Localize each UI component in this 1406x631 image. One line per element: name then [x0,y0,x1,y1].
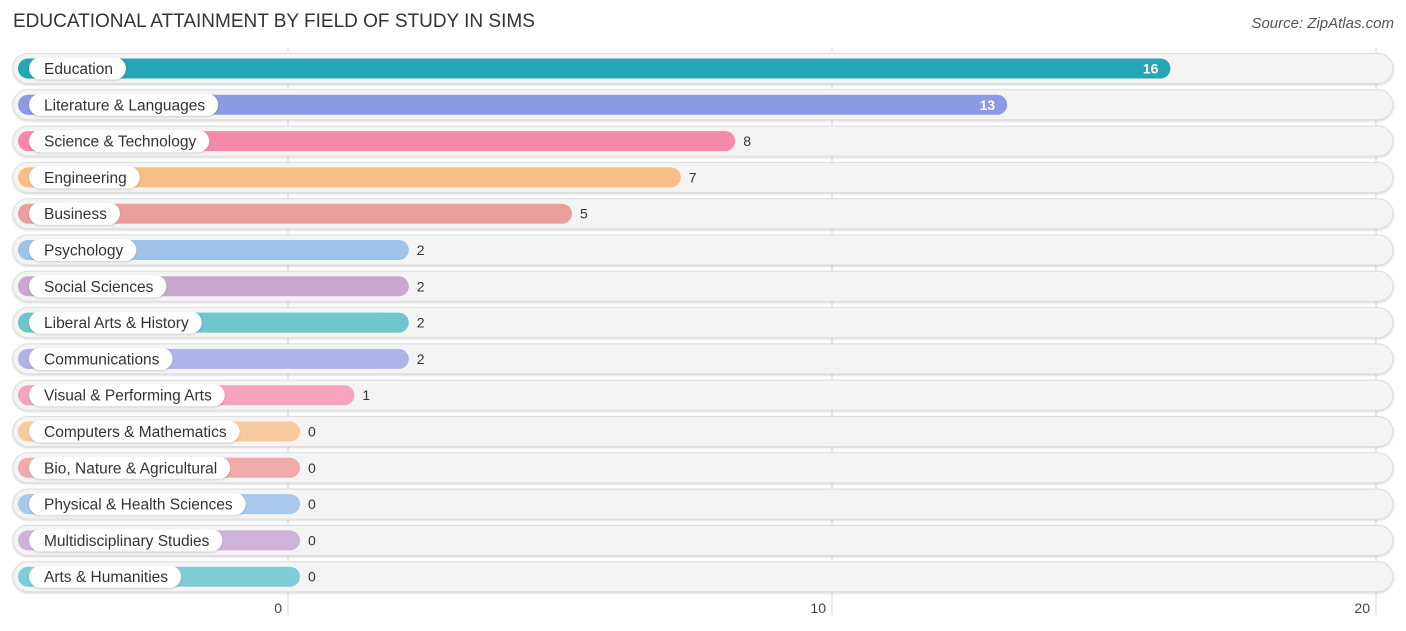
value-label: 2 [417,315,425,331]
bar-row: Communications 2 [12,343,1394,375]
value-label: 0 [308,424,316,440]
value-label: 8 [743,133,751,149]
bar-row: Literature & Languages 13 [12,89,1394,121]
category-label: Physical & Health Sciences [44,497,233,514]
value-label: 13 [980,97,996,113]
category-label: Bio, Nature & Agricultural [44,460,217,477]
x-tick-label: 20 [1354,600,1370,616]
bar-row: Multidisciplinary Studies 0 [12,524,1394,556]
category-label: Computers & Mathematics [44,424,227,441]
category-label: Psychology [44,243,124,260]
bar-row: Engineering 7 [12,161,1394,193]
value-label: 5 [580,206,588,222]
bar-chart: Education 16 Literature & Languages 13 Scien… [12,48,1394,616]
x-tick-label: 10 [810,600,826,616]
category-label: Arts & Humanities [44,569,168,586]
bar-row: Education 16 [12,53,1394,84]
value-label: 0 [308,496,316,512]
bar-rows: Education 16 Literature & Languages 13 Scien… [12,53,1394,593]
bar [18,58,1171,79]
value-label: 1 [362,387,370,403]
bar-row: Business 5 [12,198,1394,230]
value-label: 0 [308,460,316,476]
category-label: Literature & Languages [44,97,205,114]
value-label: 2 [417,242,425,258]
bar-row: Visual & Performing Arts 1 [12,379,1394,411]
bar-row: Liberal Arts & History 2 [12,307,1394,339]
category-label: Visual & Performing Arts [44,388,212,405]
bar-row: Science & Technology 8 [12,125,1394,157]
category-label: Communications [44,351,160,368]
x-tick-label: 0 [274,600,282,616]
value-label: 0 [308,532,316,548]
category-label: Liberal Arts & History [44,315,189,332]
bar-row: Psychology 2 [12,234,1394,266]
bar-row: Arts & Humanities 0 [12,561,1394,593]
value-label: 7 [689,169,697,185]
category-label: Business [44,206,107,223]
bar-row: Social Sciences 2 [12,270,1394,302]
category-label: Social Sciences [44,279,154,296]
bar-row: Computers & Mathematics 0 [12,416,1394,447]
x-axis-ticks: 0 10 20 [274,600,1370,616]
value-label: 16 [1143,61,1159,77]
category-label: Multidisciplinary Studies [44,533,210,550]
category-label: Science & Technology [44,134,196,151]
value-label: 2 [417,351,425,367]
value-label: 0 [308,569,316,585]
bar-row: Physical & Health Sciences 0 [12,488,1394,520]
value-label: 2 [417,278,425,294]
category-label: Education [44,61,113,78]
category-label: Engineering [44,170,127,187]
bar-row: Bio, Nature & Agricultural 0 [12,452,1394,484]
